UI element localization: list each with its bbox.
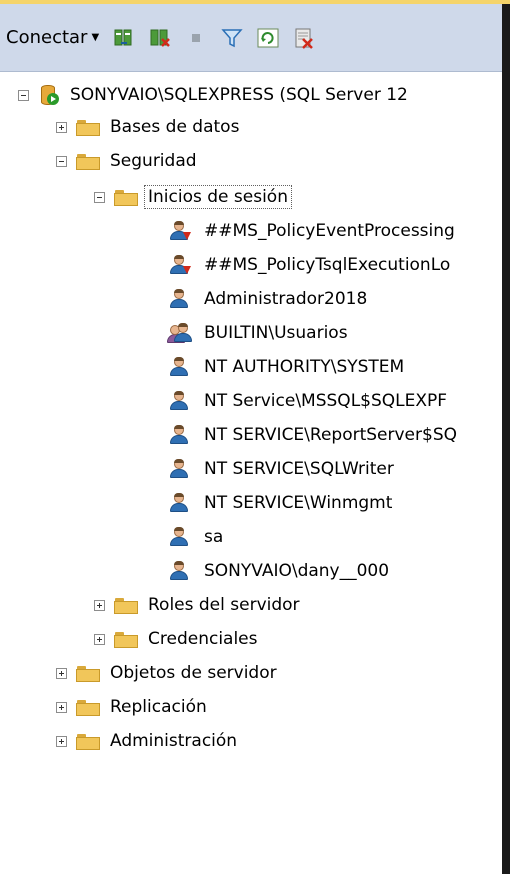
- server-label: SONYVAIO\SQLEXPRESS (SQL Server 12: [70, 85, 408, 105]
- tree-node-databases[interactable]: Bases de datos: [56, 110, 239, 144]
- login-label: Administrador2018: [204, 289, 368, 309]
- disabled-login-icon: [168, 220, 192, 242]
- refresh-icon[interactable]: [257, 27, 279, 49]
- folder-icon: [76, 732, 100, 750]
- connect-label: Conectar: [6, 27, 88, 48]
- login-item[interactable]: BUILTIN\Usuarios: [167, 316, 348, 350]
- credentials-label: Credenciales: [148, 629, 258, 649]
- expand-icon[interactable]: [56, 701, 67, 713]
- stop-icon[interactable]: [185, 27, 207, 49]
- login-item[interactable]: NT SERVICE\Winmgmt: [168, 486, 392, 520]
- databases-label: Bases de datos: [110, 117, 240, 137]
- login-item[interactable]: ##MS_PolicyTsqlExecutionLo: [168, 248, 450, 282]
- folder-icon: [76, 664, 100, 682]
- login-icon: [168, 424, 192, 446]
- login-item[interactable]: SONYVAIO\dany__000: [168, 554, 389, 588]
- object-explorer-toolbar: Conectar ▼: [0, 4, 502, 72]
- login-item[interactable]: NT Service\MSSQL$SQLEXPF: [168, 384, 447, 418]
- expand-icon[interactable]: [56, 667, 67, 679]
- login-label: BUILTIN\Usuarios: [204, 323, 348, 343]
- tree-node-credentials[interactable]: Credenciales: [94, 622, 258, 656]
- group-login-icon: [167, 322, 192, 344]
- collapse-icon[interactable]: [18, 89, 29, 101]
- filter-icon[interactable]: [221, 27, 243, 49]
- tree-node-replication[interactable]: Replicación: [56, 690, 207, 724]
- disconnect-all-icon[interactable]: [293, 27, 315, 49]
- login-item[interactable]: NT SERVICE\SQLWriter: [168, 452, 394, 486]
- window-top-border-right: [502, 0, 510, 4]
- server-objects-label: Objetos de servidor: [110, 663, 277, 683]
- login-label: NT SERVICE\Winmgmt: [204, 493, 393, 513]
- login-item[interactable]: ##MS_PolicyEventProcessing: [168, 214, 455, 248]
- folder-icon: [76, 152, 100, 170]
- login-label: SONYVAIO\dany__000: [204, 561, 390, 581]
- connect-button[interactable]: Conectar ▼: [6, 27, 99, 48]
- login-label: ##MS_PolicyTsqlExecutionLo: [204, 255, 451, 275]
- login-label: NT SERVICE\ReportServer$SQ: [204, 425, 457, 445]
- folder-icon: [114, 630, 138, 648]
- folder-icon: [114, 596, 138, 614]
- expand-icon[interactable]: [94, 599, 105, 611]
- login-icon: [168, 526, 192, 548]
- folder-icon: [76, 118, 100, 136]
- login-icon: [168, 458, 192, 480]
- security-label: Seguridad: [110, 151, 197, 171]
- login-label: NT SERVICE\SQLWriter: [204, 459, 394, 479]
- tree-node-server-objects[interactable]: Objetos de servidor: [56, 656, 277, 690]
- disabled-login-icon: [168, 254, 192, 276]
- login-item[interactable]: NT SERVICE\ReportServer$SQ: [168, 418, 457, 452]
- login-label: ##MS_PolicyEventProcessing: [204, 221, 455, 241]
- expand-icon[interactable]: [56, 735, 67, 747]
- collapse-icon[interactable]: [56, 155, 67, 167]
- login-label: sa: [204, 527, 224, 547]
- tree-node-administration[interactable]: Administración: [56, 724, 237, 758]
- tree-node-server-roles[interactable]: Roles del servidor: [94, 588, 300, 622]
- expand-icon[interactable]: [56, 121, 67, 133]
- object-explorer-tree: SONYVAIO\SQLEXPRESS (SQL Server 12 Bases…: [0, 72, 502, 874]
- administration-label: Administración: [110, 731, 238, 751]
- login-icon: [168, 492, 192, 514]
- connect-object-explorer-icon[interactable]: [113, 27, 135, 49]
- tree-node-server[interactable]: SONYVAIO\SQLEXPRESS (SQL Server 12: [18, 78, 408, 112]
- disconnect-icon[interactable]: [149, 27, 171, 49]
- login-label: NT AUTHORITY\SYSTEM: [204, 357, 405, 377]
- login-item[interactable]: sa: [168, 520, 223, 554]
- server-icon: [38, 83, 60, 107]
- replication-label: Replicación: [110, 697, 207, 717]
- login-label: NT Service\MSSQL$SQLEXPF: [204, 391, 448, 411]
- chevron-down-icon[interactable]: ▼: [91, 32, 99, 43]
- logins-label: Inicios de sesión: [144, 185, 292, 209]
- collapse-icon[interactable]: [94, 191, 105, 203]
- expand-icon[interactable]: [94, 633, 105, 645]
- login-icon: [168, 560, 192, 582]
- server-roles-label: Roles del servidor: [148, 595, 300, 615]
- folder-icon: [114, 188, 138, 206]
- panel-splitter[interactable]: [502, 0, 510, 874]
- tree-node-logins[interactable]: Inicios de sesión: [94, 180, 292, 214]
- login-icon: [168, 390, 192, 412]
- login-item[interactable]: NT AUTHORITY\SYSTEM: [168, 350, 404, 384]
- login-icon: [168, 288, 192, 310]
- login-icon: [168, 356, 192, 378]
- tree-node-security[interactable]: Seguridad: [56, 144, 197, 178]
- login-item[interactable]: Administrador2018: [168, 282, 367, 316]
- folder-icon: [76, 698, 100, 716]
